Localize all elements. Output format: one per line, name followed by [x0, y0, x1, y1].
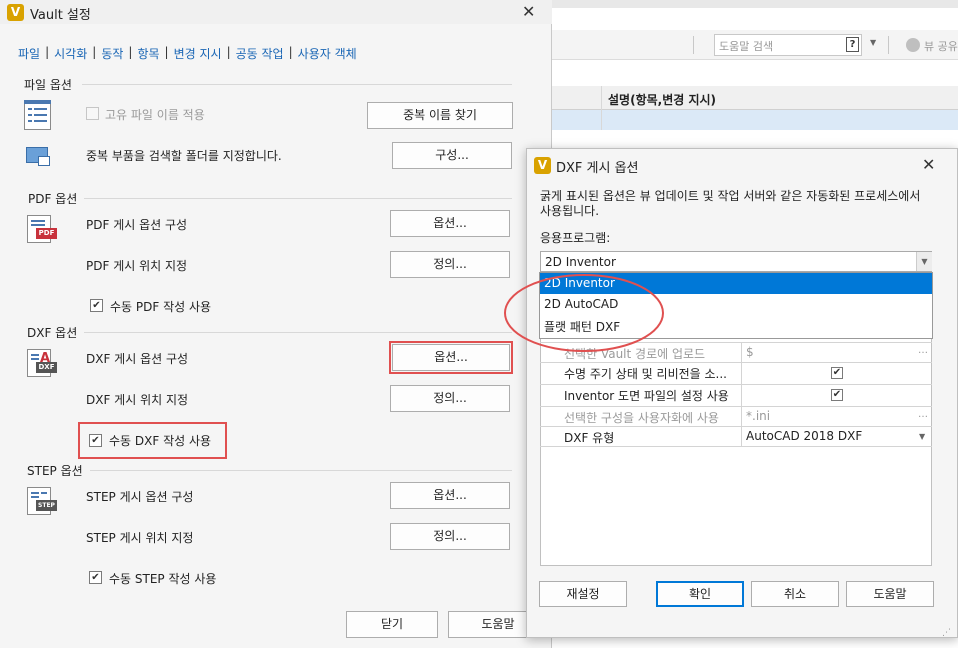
pdf-define-button[interactable]: 정의...: [390, 251, 510, 278]
dxf-options-label: DXF 옵션: [27, 326, 78, 340]
help-question-icon[interactable]: ?: [846, 37, 859, 52]
dxf-dialog-title: DXF 게시 옵션: [556, 161, 639, 176]
grid-column-separator: [601, 86, 602, 130]
toolbar-separator: [693, 36, 694, 54]
grid-row-lifecycle[interactable]: 수명 주기 상태 및 리비전을 소...: [564, 365, 740, 382]
grid-column-header[interactable]: 설명(항목,변경 지시): [608, 91, 716, 108]
close-button[interactable]: 닫기: [346, 611, 438, 638]
dxf-description: 굵게 표시된 옵션은 뷰 업데이트 및 작업 서버와 같은 자동화된 프로세스에…: [540, 189, 921, 218]
grid-row-custom-config[interactable]: 선택한 구성을 사용자화에 사용: [564, 409, 740, 426]
close-icon[interactable]: ✕: [522, 4, 535, 20]
annotation-ellipse: [504, 274, 664, 352]
step-define-button[interactable]: 정의...: [390, 523, 510, 550]
pdf-publish-options-text: PDF 게시 옵션 구성: [86, 218, 188, 232]
duplicate-search-description: 중복 부품을 검색할 폴더를 지정합니다.: [86, 149, 282, 163]
reset-button[interactable]: 재설정: [539, 581, 627, 607]
manual-pdf-label: 수동 PDF 작성 사용: [110, 300, 212, 314]
ellipsis-icon[interactable]: …: [918, 345, 928, 356]
chevron-down-icon[interactable]: ▼: [870, 38, 876, 47]
tab-visualization[interactable]: 시각화: [54, 45, 87, 62]
configure-button[interactable]: 구성...: [392, 142, 512, 169]
step-publish-options-text: STEP 게시 옵션 구성: [86, 490, 194, 504]
tab-change-order[interactable]: 변경 지시: [174, 45, 222, 62]
file-list-icon: [24, 100, 51, 130]
background-title-strip: [552, 0, 958, 8]
tab-custom-objects[interactable]: 사용자 객체: [298, 45, 357, 62]
inventor-settings-checkbox[interactable]: ✔: [831, 389, 843, 401]
grid-row-selected[interactable]: [552, 110, 958, 130]
chevron-down-icon[interactable]: ▼: [919, 432, 925, 441]
grid-value-upload-path[interactable]: $: [746, 345, 916, 359]
manual-step-checkbox[interactable]: ✔: [89, 571, 102, 584]
vault-logo-icon: V: [534, 157, 551, 174]
vault-dialog-title: Vault 설정: [30, 8, 91, 23]
step-file-icon: STEP: [27, 487, 61, 521]
dxf-options-highlight-box: [389, 341, 513, 374]
manual-dxf-checkbox[interactable]: ✔: [89, 434, 102, 447]
section-divider: [84, 332, 512, 333]
pdf-options-label: PDF 옵션: [28, 192, 78, 206]
vault-logo-icon: V: [7, 4, 24, 21]
resize-grip-icon[interactable]: ⋰: [942, 628, 951, 638]
find-duplicates-button[interactable]: 중복 이름 찾기: [367, 102, 513, 129]
step-publish-location-text: STEP 게시 위치 지정: [86, 531, 194, 545]
grid-row-dxf-type[interactable]: DXF 유형: [564, 429, 740, 446]
pdf-options-button[interactable]: 옵션...: [390, 210, 510, 237]
step-options-button[interactable]: 옵션...: [390, 482, 510, 509]
tab-file[interactable]: 파일: [18, 45, 40, 62]
tab-collaboration[interactable]: 공동 작업: [236, 45, 284, 62]
toolbar-separator: [888, 36, 889, 54]
manual-dxf-label: 수동 DXF 작성 사용: [109, 434, 212, 448]
ellipsis-icon[interactable]: …: [918, 409, 928, 420]
ok-button[interactable]: 확인: [656, 581, 744, 607]
manual-step-label: 수동 STEP 작성 사용: [109, 572, 217, 586]
section-divider: [90, 470, 512, 471]
application-label: 응용프로그램:: [540, 231, 611, 245]
pdf-file-icon: PDF: [27, 215, 60, 249]
grid-value-dxf-type[interactable]: AutoCAD 2018 DXF: [746, 429, 916, 443]
manual-pdf-checkbox[interactable]: ✔: [90, 299, 103, 312]
dxf-publish-location-text: DXF 게시 위치 지정: [86, 393, 189, 407]
dxf-define-button[interactable]: 정의...: [390, 385, 510, 412]
grid-row-inventor-settings[interactable]: Inventor 도면 파일의 설정 사용: [564, 387, 740, 404]
pdf-publish-location-text: PDF 게시 위치 지정: [86, 259, 188, 273]
lifecycle-checkbox[interactable]: ✔: [831, 367, 843, 379]
chevron-down-icon[interactable]: ▼: [916, 252, 932, 271]
settings-tab-bar: 파일 | 시각화 | 동작 | 항목 | 변경 지시 | 공동 작업 | 사용자…: [18, 45, 357, 62]
tab-items[interactable]: 항목: [137, 45, 159, 62]
help-search-input[interactable]: 도움말 검색: [714, 34, 862, 56]
share-view-icon[interactable]: [906, 38, 920, 52]
share-view-label[interactable]: 뷰 공유: [924, 38, 958, 54]
file-options-label: 파일 옵션: [24, 78, 72, 92]
section-divider: [84, 198, 512, 199]
folder-search-icon: [26, 144, 54, 170]
dxf-help-button[interactable]: 도움말: [846, 581, 934, 607]
vault-settings-dialog: [0, 0, 552, 648]
cancel-button[interactable]: 취소: [751, 581, 839, 607]
close-icon[interactable]: ✕: [922, 157, 935, 173]
step-options-label: STEP 옵션: [27, 464, 83, 478]
dxf-publish-options-text: DXF 게시 옵션 구성: [86, 352, 189, 366]
tab-behaviors[interactable]: 동작: [101, 45, 123, 62]
grid-value-custom-config[interactable]: *.ini: [746, 409, 916, 423]
unique-filename-label: 고유 파일 이름 적용: [105, 108, 205, 122]
unique-filename-checkbox[interactable]: [86, 107, 99, 120]
dxf-file-icon: A DXF: [27, 349, 61, 383]
section-divider: [82, 84, 512, 85]
